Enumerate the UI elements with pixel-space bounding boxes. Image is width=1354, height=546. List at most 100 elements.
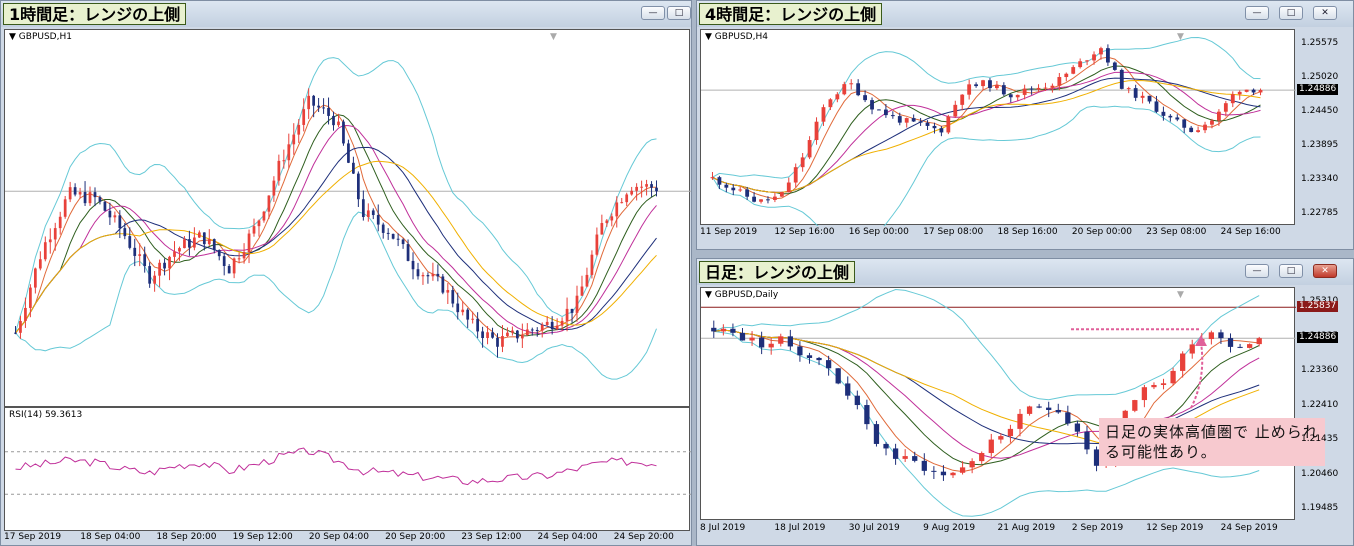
candle-body bbox=[615, 202, 619, 217]
y-tick-label: 1.21435 bbox=[1301, 434, 1339, 444]
candle-body bbox=[921, 460, 927, 471]
restore-button[interactable]: □ bbox=[1279, 264, 1303, 278]
window-h4[interactable]: 4時間足：レンジの上側 — □ ✕ ▼ GBPUSD,H4 ▼ 1.25575 1… bbox=[696, 0, 1354, 250]
candle-body bbox=[1258, 90, 1263, 93]
candle-body bbox=[1175, 117, 1180, 120]
candle-body bbox=[43, 242, 47, 260]
candle-body bbox=[535, 329, 539, 331]
candle-body bbox=[1126, 88, 1131, 90]
candle-body bbox=[1008, 94, 1013, 98]
x-tick-label: 18 Sep 04:00 bbox=[80, 532, 141, 542]
candle-body bbox=[461, 309, 465, 313]
candle-body bbox=[800, 157, 805, 168]
candle-body bbox=[1208, 332, 1215, 340]
candle-body bbox=[342, 121, 345, 144]
candle-body bbox=[711, 327, 717, 332]
candle-body bbox=[247, 233, 251, 253]
window-daily[interactable]: 日足：レンジの上側 — □ ✕ ▼ GBPUSD,Daily ▼ 日足の実体高値… bbox=[696, 258, 1354, 546]
candle-body bbox=[974, 84, 979, 87]
candle-body bbox=[890, 115, 895, 117]
candle-body bbox=[1210, 120, 1214, 125]
candle-body bbox=[918, 121, 923, 123]
restore-button[interactable]: □ bbox=[1279, 6, 1303, 20]
candle-body bbox=[739, 332, 746, 341]
candle-body bbox=[188, 239, 191, 248]
candle-body bbox=[1112, 62, 1117, 70]
candle-body bbox=[98, 197, 102, 202]
candle-body bbox=[168, 256, 171, 269]
candle-body bbox=[1218, 332, 1224, 339]
candle-body bbox=[778, 336, 784, 344]
daily-chart-svg bbox=[701, 288, 1296, 517]
h4-price-chart[interactable]: ▼ GBPUSD,H4 ▼ bbox=[700, 29, 1296, 226]
candle-body bbox=[525, 329, 529, 336]
candle-body bbox=[555, 325, 559, 330]
candle-body bbox=[925, 122, 930, 126]
candle-body bbox=[292, 134, 296, 145]
candle-body bbox=[93, 192, 97, 198]
candle-body bbox=[456, 303, 460, 313]
x-tick-label: 24 Sep 16:00 bbox=[1220, 227, 1281, 237]
x-tick-label: 21 Aug 2019 bbox=[997, 523, 1056, 533]
h1-rsi-chart[interactable]: RSI(14) 59.3613 bbox=[4, 407, 691, 531]
candle-body bbox=[1119, 69, 1124, 89]
y-tick-label: 1.22785 bbox=[1301, 208, 1339, 218]
candle-body bbox=[14, 332, 17, 334]
candle-body bbox=[1203, 124, 1207, 131]
candle-body bbox=[640, 186, 643, 188]
candle-body bbox=[821, 107, 826, 122]
candle-body bbox=[118, 215, 122, 229]
minimize-button[interactable]: — bbox=[1245, 264, 1269, 278]
candle-body bbox=[717, 177, 722, 185]
candle-body bbox=[1046, 407, 1052, 410]
candle-body bbox=[530, 329, 534, 331]
candle-body bbox=[940, 471, 947, 476]
candle-body bbox=[758, 337, 765, 348]
candle-body bbox=[327, 107, 330, 116]
h4-chart-svg bbox=[701, 36, 1296, 226]
window-h1-titlebar[interactable]: 1時間足：レンジの上側 — □ bbox=[1, 1, 691, 27]
candle-body bbox=[807, 140, 812, 158]
x-tick-label: 20 Sep 00:00 bbox=[1071, 227, 1132, 237]
candle-body bbox=[745, 189, 750, 197]
close-button[interactable]: ✕ bbox=[1313, 264, 1337, 278]
x-tick-label: 24 Sep 2019 bbox=[1220, 523, 1278, 533]
bollinger-upper bbox=[15, 57, 657, 333]
candle-body bbox=[173, 251, 176, 257]
x-tick-label: 18 Jul 2019 bbox=[774, 523, 826, 533]
candle-body bbox=[1001, 85, 1006, 95]
restore-button[interactable]: □ bbox=[667, 6, 691, 20]
candle-body bbox=[1036, 87, 1041, 90]
candle-body bbox=[416, 269, 420, 277]
candle-body bbox=[731, 187, 736, 191]
h1-price-chart[interactable]: ▼ GBPUSD,H1 ▼ bbox=[4, 29, 691, 407]
candle-body bbox=[227, 265, 231, 274]
candle-body bbox=[1182, 119, 1187, 128]
current-price-tag: 1.24886 bbox=[1297, 332, 1339, 344]
close-button[interactable]: ✕ bbox=[1313, 6, 1337, 20]
candle-body bbox=[108, 210, 112, 218]
candle-body bbox=[232, 258, 236, 274]
candle-body bbox=[710, 177, 715, 179]
candle-body bbox=[282, 160, 286, 162]
daily-price-chart[interactable]: ▼ GBPUSD,Daily ▼ 日足の実体高値圏で 止められる可能性あり。 bbox=[700, 287, 1325, 520]
candle-body bbox=[476, 318, 479, 332]
candle-body bbox=[873, 424, 880, 444]
candle-body bbox=[466, 309, 470, 320]
ma-slow-line bbox=[15, 124, 657, 335]
candle-body bbox=[650, 184, 653, 188]
minimize-button[interactable]: — bbox=[1245, 6, 1269, 20]
candle-body bbox=[486, 332, 489, 339]
candle-body bbox=[431, 273, 435, 277]
candle-body bbox=[1161, 111, 1166, 116]
window-daily-titlebar[interactable]: 日足：レンジの上側 — □ ✕ bbox=[697, 259, 1353, 285]
candle-body bbox=[481, 331, 484, 339]
x-tick-label: 17 Sep 2019 bbox=[4, 532, 62, 542]
minimize-button[interactable]: — bbox=[641, 6, 665, 20]
candle-body bbox=[272, 180, 276, 196]
window-h4-titlebar[interactable]: 4時間足：レンジの上側 — □ ✕ bbox=[697, 1, 1353, 27]
window-h1[interactable]: 1時間足：レンジの上側 — □ ▼ GBPUSD,H1 ▼ RSI(14) 59… bbox=[0, 0, 692, 546]
x-tick-label: 24 Sep 20:00 bbox=[613, 532, 674, 542]
candle-body bbox=[337, 121, 340, 126]
candle-body bbox=[441, 276, 445, 293]
